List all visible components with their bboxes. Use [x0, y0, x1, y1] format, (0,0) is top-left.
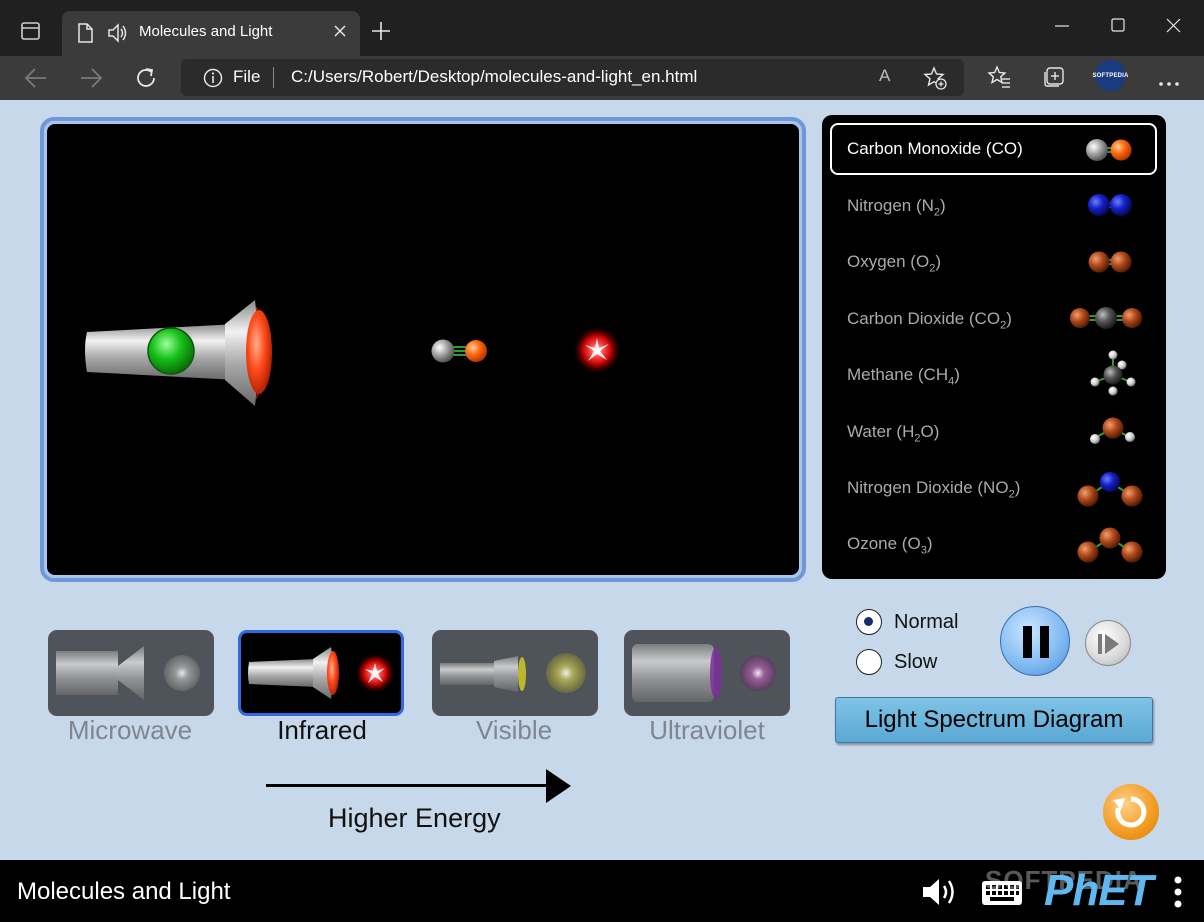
sound-icon[interactable]	[920, 876, 962, 913]
maximize-icon[interactable]	[1108, 16, 1128, 41]
ch4-molecule-icon	[1090, 350, 1136, 396]
n2-molecule-icon	[1088, 194, 1132, 216]
favorites-icon[interactable]	[987, 65, 1011, 94]
address-bar[interactable]: File C:/Users/Robert/Desktop/molecules-a…	[181, 59, 964, 96]
photon-icon	[573, 326, 621, 374]
higher-energy-label: Higher Energy	[328, 803, 501, 833]
co2-molecule-icon	[1070, 307, 1142, 329]
step-forward-icon	[1098, 634, 1119, 654]
visible-emitter-button[interactable]	[432, 630, 598, 716]
microwave-emitter-button[interactable]	[48, 630, 214, 716]
refresh-icon[interactable]	[132, 64, 160, 92]
co-molecule-icon	[1086, 139, 1132, 161]
molecule-label: Water (H2O)	[847, 422, 940, 445]
molecule-label: Oxygen (O2)	[847, 252, 941, 275]
microwave-label: Microwave	[67, 715, 193, 745]
molecule-item-nitrogen-dioxide[interactable]: Nitrogen Dioxide (NO2)	[830, 462, 1157, 514]
ultraviolet-emitter-button[interactable]	[624, 630, 790, 716]
speed-normal-label: Normal	[894, 611, 959, 633]
pause-button[interactable]	[1000, 606, 1070, 676]
infrared-emitter-button[interactable]	[238, 630, 404, 716]
browser-toolbar: File C:/Users/Robert/Desktop/molecules-a…	[0, 56, 1204, 100]
molecule-item-nitrogen[interactable]: Nitrogen (N2)	[830, 180, 1157, 232]
info-icon[interactable]	[203, 68, 223, 93]
tab-close-icon[interactable]	[332, 23, 348, 43]
tab-audio-icon[interactable]	[106, 22, 130, 48]
phet-menu-icon[interactable]	[1172, 875, 1184, 914]
molecule-label: Methane (CH4)	[847, 365, 960, 388]
light-spectrum-diagram-button[interactable]: Light Spectrum Diagram	[835, 697, 1153, 743]
molecule-label: Carbon Dioxide (CO2)	[847, 309, 1012, 332]
infrared-label: Infrared	[277, 715, 367, 745]
phet-logo[interactable]: PhET	[1044, 866, 1153, 916]
h2o-molecule-icon	[1090, 417, 1135, 444]
energy-arrow-head	[546, 769, 571, 803]
read-aloud-icon[interactable]: A	[879, 66, 890, 86]
molecule-item-methane[interactable]: Methane (CH4)	[830, 349, 1157, 401]
molecule-item-oxygen[interactable]: Oxygen (O2)	[830, 236, 1157, 288]
visible-emitter-icon	[440, 653, 586, 693]
reset-all-button[interactable]	[1103, 784, 1159, 840]
close-window-icon[interactable]	[1164, 16, 1184, 41]
simulation-area: Carbon Monoxide (CO) Nitrogen (N2) Oxyge…	[0, 100, 1204, 860]
minimize-icon[interactable]	[1052, 16, 1072, 41]
molecule-item-carbon-monoxide[interactable]: Carbon Monoxide (CO)	[830, 123, 1157, 175]
speed-slow-radio[interactable]	[856, 649, 882, 675]
tab-actions-icon[interactable]	[12, 16, 48, 46]
visible-label: Visible	[475, 715, 553, 745]
new-tab-icon[interactable]	[370, 20, 392, 47]
molecule-label: Nitrogen Dioxide (NO2)	[847, 478, 1021, 501]
ultraviolet-label: Ultraviolet	[649, 715, 765, 745]
molecule-item-water[interactable]: Water (H2O)	[830, 406, 1157, 458]
carbon-monoxide-molecule[interactable]	[431, 339, 488, 363]
o3-molecule-icon	[1077, 527, 1143, 563]
molecule-item-carbon-dioxide[interactable]: Carbon Dioxide (CO2)	[830, 293, 1157, 345]
infrared-emitter-icon	[248, 647, 395, 699]
speed-normal-radio[interactable]	[856, 609, 882, 635]
sim-title: Molecules and Light	[17, 878, 231, 905]
forward-icon[interactable]	[77, 64, 105, 92]
file-label: File	[233, 67, 261, 86]
no2-molecule-icon	[1077, 472, 1143, 507]
o2-molecule-icon	[1088, 251, 1132, 273]
browser-title-bar: Molecules and Light	[0, 0, 1204, 56]
infrared-lamp-icon[interactable]	[85, 300, 272, 406]
step-forward-button[interactable]	[1085, 620, 1131, 666]
tab-title: Molecules and Light	[139, 23, 273, 40]
speed-slow-label: Slow	[894, 651, 938, 673]
pause-icon	[1023, 626, 1049, 658]
browser-tab[interactable]: Molecules and Light	[62, 11, 360, 56]
reset-icon	[1113, 796, 1147, 828]
collections-icon[interactable]	[1042, 65, 1066, 94]
molecule-label: Carbon Monoxide (CO)	[847, 139, 1023, 158]
molecule-label: Ozone (O3)	[847, 534, 933, 557]
profile-avatar[interactable]: SOFTPEDIA	[1092, 60, 1128, 91]
molecule-label: Nitrogen (N2)	[847, 196, 946, 219]
microwave-emitter-icon	[56, 646, 200, 700]
observation-window-canvas	[47, 124, 799, 575]
page-icon	[76, 23, 94, 47]
sim-navigation-bar: Molecules and Light SOFTPEDIA PhET	[0, 860, 1204, 922]
more-menu-icon[interactable]	[1158, 74, 1180, 92]
url-text[interactable]: C:/Users/Robert/Desktop/molecules-and-li…	[291, 67, 697, 87]
back-icon[interactable]	[22, 64, 50, 92]
ultraviolet-emitter-icon	[632, 644, 776, 702]
molecule-selector-panel: Carbon Monoxide (CO) Nitrogen (N2) Oxyge…	[822, 115, 1166, 579]
address-separator	[273, 67, 274, 88]
molecule-item-ozone[interactable]: Ozone (O3)	[830, 518, 1157, 570]
energy-arrow-line	[266, 784, 550, 787]
add-favorite-icon[interactable]	[923, 66, 947, 95]
observation-window	[40, 117, 806, 582]
